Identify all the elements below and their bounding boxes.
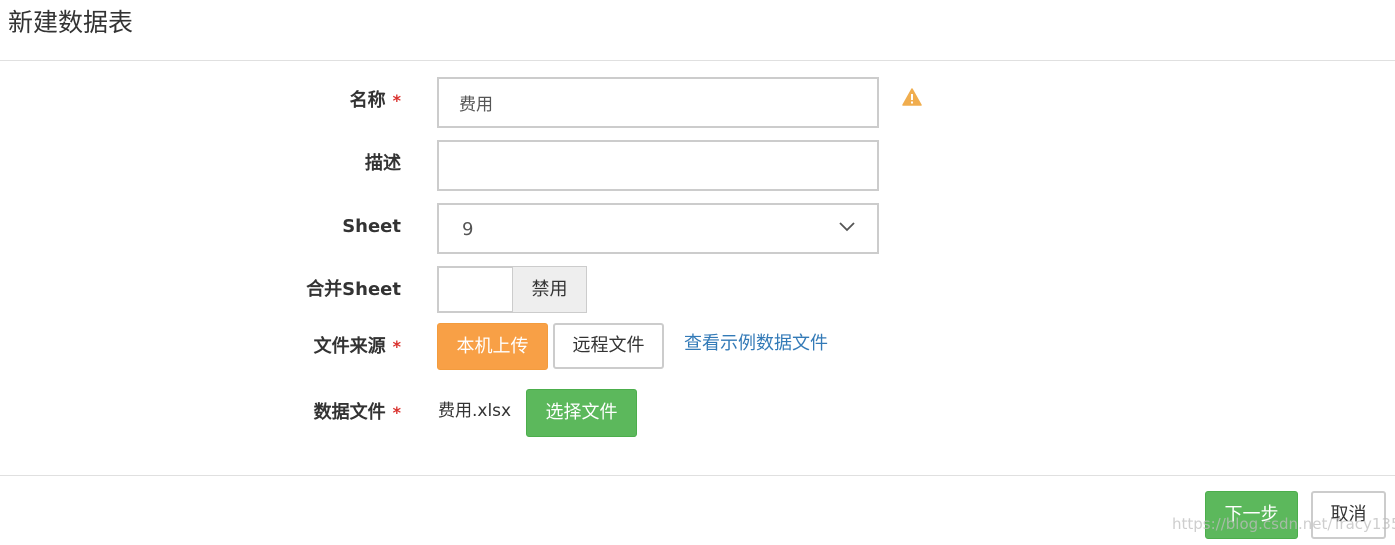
description-label: 描述 — [365, 152, 401, 176]
file-source-required-mark: * — [392, 337, 401, 356]
name-required-mark: * — [392, 91, 401, 110]
data-file-label: 数据文件 * — [314, 401, 401, 425]
merge-sheet-label-text: 合并Sheet — [306, 279, 401, 300]
name-label: 名称 * — [350, 89, 401, 113]
merge-sheet-toggle[interactable]: 禁用 — [437, 266, 587, 313]
file-source-label-text: 文件来源 — [313, 336, 386, 357]
next-step-button[interactable]: 下一步 — [1205, 491, 1298, 539]
remote-file-button[interactable]: 远程文件 — [553, 323, 664, 369]
choose-file-button[interactable]: 选择文件 — [526, 389, 637, 437]
header-divider — [0, 60, 1395, 61]
description-input[interactable] — [437, 140, 879, 191]
selected-file-name: 费用.xlsx — [438, 401, 512, 421]
file-source-label: 文件来源 * — [314, 335, 401, 359]
warning-triangle-icon — [902, 88, 922, 106]
name-input[interactable] — [437, 77, 879, 128]
merge-sheet-toggle-label[interactable]: 禁用 — [512, 266, 587, 313]
modal-title: 新建数据表 — [8, 8, 134, 37]
view-sample-file-link[interactable]: 查看示例数据文件 — [684, 331, 828, 357]
sheet-select[interactable]: 9 — [437, 203, 879, 254]
merge-sheet-label: 合并Sheet — [306, 278, 401, 302]
name-label-text: 名称 — [349, 90, 386, 111]
footer-divider — [0, 475, 1395, 476]
sheet-label: Sheet — [342, 215, 401, 239]
chevron-down-icon — [839, 222, 855, 232]
sheet-select-value: 9 — [462, 219, 474, 240]
sheet-label-text: Sheet — [342, 216, 401, 237]
cancel-button[interactable]: 取消 — [1311, 491, 1386, 539]
description-label-text: 描述 — [365, 153, 401, 174]
data-file-label-text: 数据文件 — [313, 402, 386, 423]
data-file-required-mark: * — [392, 403, 401, 422]
merge-sheet-toggle-switch[interactable] — [437, 266, 512, 313]
local-upload-button[interactable]: 本机上传 — [437, 323, 548, 370]
